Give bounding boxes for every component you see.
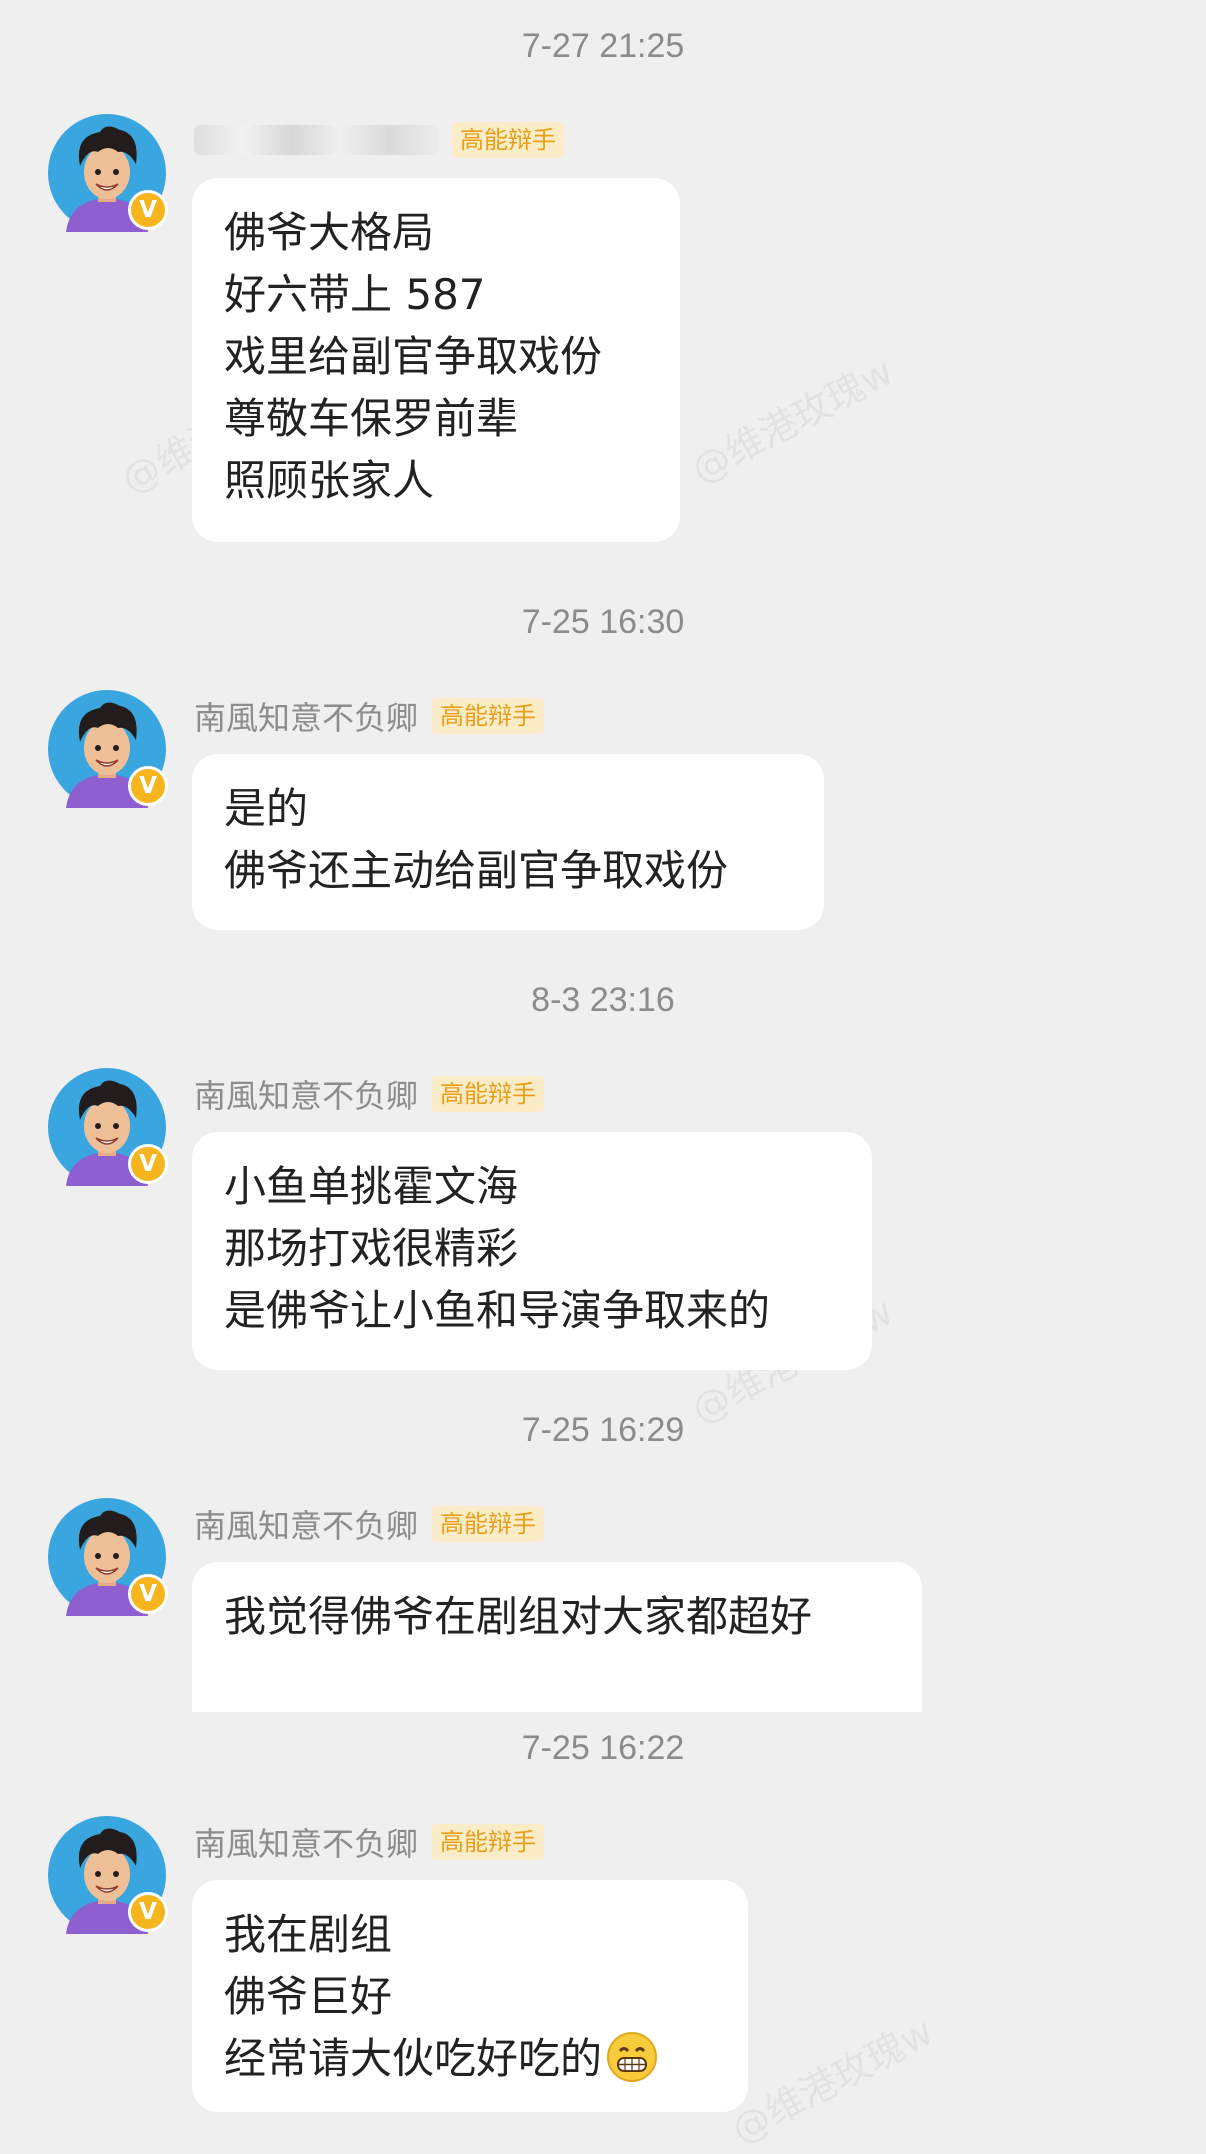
- avatar[interactable]: V: [48, 1498, 168, 1616]
- timestamp: 7-25 16:30: [521, 603, 685, 641]
- verified-badge: V: [128, 1892, 168, 1932]
- avatar[interactable]: V: [48, 1068, 168, 1186]
- verified-badge: V: [128, 1574, 168, 1614]
- grinning-face-emoji-icon: [607, 2032, 658, 2082]
- timestamp: 7-25 16:29: [521, 1411, 685, 1449]
- message-bubble[interactable]: 是的 佛爷还主动给副官争取戏份: [192, 754, 824, 930]
- watermark: @维港玫瑰w: [684, 349, 901, 492]
- message-line: 是的: [224, 784, 309, 833]
- user-tag: 高能辩手: [452, 122, 564, 158]
- sender-name[interactable]: 南風知意不负卿: [194, 1071, 418, 1117]
- message-bubble[interactable]: 小鱼单挑霍文海 那场打戏很精彩 是佛爷让小鱼和导演争取来的: [192, 1132, 872, 1370]
- message-line: 照顾张家人: [224, 456, 435, 505]
- user-tag: 高能辩手: [432, 1506, 545, 1542]
- verified-badge: V: [128, 766, 168, 806]
- sender-name[interactable]: 南風知意不负卿: [194, 1819, 418, 1865]
- user-tag: 高能辩手: [432, 1824, 545, 1860]
- message-bubble[interactable]: 佛爷大格局 好六带上 587 戏里给副官争取戏份 尊敬车保罗前辈 照顾张家人: [192, 178, 680, 542]
- sender-row: 高能辩手: [194, 118, 564, 162]
- message-bubble[interactable]: 我觉得佛爷在剧组对大家都超好: [192, 1562, 922, 1712]
- message-line: 小鱼单挑霍文海: [224, 1162, 519, 1211]
- sender-name[interactable]: 南風知意不负卿: [194, 1501, 418, 1547]
- message-line: 佛爷巨好: [224, 1972, 393, 2021]
- blurred-nickname: [194, 125, 438, 155]
- timestamp: 7-27 21:25: [521, 27, 685, 65]
- message-line: 我在剧组: [224, 1910, 393, 1959]
- message-line: 戏里给副官争取戏份: [224, 332, 603, 381]
- sender-name[interactable]: 南風知意不负卿: [194, 693, 418, 739]
- sender-row: 南風知意不负卿 高能辩手: [194, 1501, 545, 1547]
- user-tag: 高能辩手: [432, 1076, 545, 1112]
- sender-row: 南風知意不负卿 高能辩手: [194, 1819, 545, 1865]
- message-line: 佛爷还主动给副官争取戏份: [224, 846, 729, 895]
- sender-row: 南風知意不负卿 高能辩手: [194, 1071, 545, 1117]
- verified-badge: V: [128, 190, 168, 230]
- message-line: 好六带上 587: [224, 270, 486, 319]
- message-line: 是佛爷让小鱼和导演争取来的: [224, 1286, 771, 1335]
- avatar[interactable]: V: [48, 1816, 168, 1934]
- message-line: 经常请大伙吃好吃的: [224, 2028, 718, 2090]
- avatar[interactable]: V: [48, 690, 168, 808]
- sender-row: 南風知意不负卿 高能辩手: [194, 693, 545, 739]
- message-line: 尊敬车保罗前辈: [224, 394, 519, 443]
- timestamp: 7-25 16:22: [521, 1729, 685, 1767]
- message-line: 我觉得佛爷在剧组对大家都超好: [224, 1592, 813, 1641]
- message-line: 佛爷大格局: [224, 208, 435, 257]
- message-text: 经常请大伙吃好吃的: [224, 2034, 603, 2083]
- user-tag: 高能辩手: [432, 698, 545, 734]
- watermark: @维港玫瑰w: [724, 2009, 941, 2152]
- message-bubble[interactable]: 我在剧组 佛爷巨好 经常请大伙吃好吃的: [192, 1880, 748, 2112]
- timestamp: 8-3 23:16: [531, 981, 675, 1019]
- avatar[interactable]: V: [48, 114, 168, 232]
- verified-badge: V: [128, 1144, 168, 1184]
- message-line: 那场打戏很精彩: [224, 1224, 519, 1273]
